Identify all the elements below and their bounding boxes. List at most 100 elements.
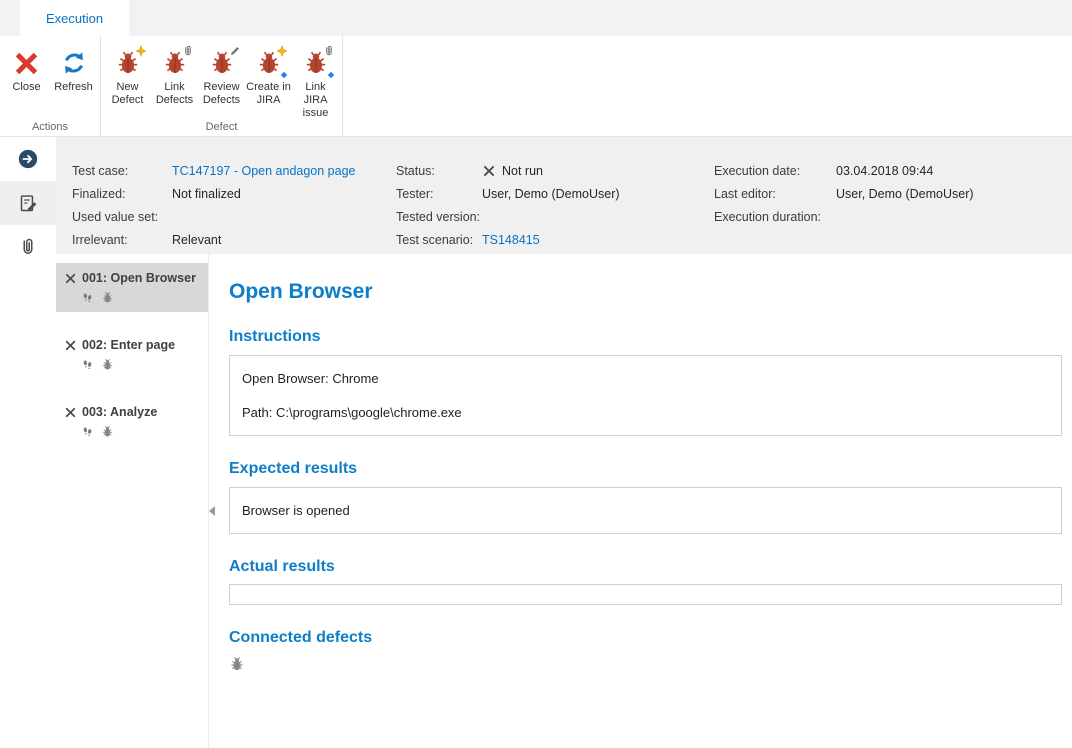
jira-diamond-icon [279, 70, 289, 80]
execution-info-panel: Test case: TC147197 - Open andagon page … [56, 137, 1072, 254]
paperclip-overlay-icon [323, 45, 335, 57]
create-in-jira-icon [254, 48, 284, 78]
refresh-button[interactable]: Refresh [50, 43, 97, 94]
finalized-label: Finalized: [72, 187, 172, 201]
new-defect-icon [113, 48, 143, 78]
step-item-002[interactable]: 002: Enter page [56, 330, 208, 379]
test-case-label: Test case: [72, 164, 172, 178]
collapse-panel-icon[interactable] [209, 506, 215, 516]
not-run-icon [64, 272, 77, 285]
ribbon-group-defect: New Defect Link Defects Review Defects C… [101, 36, 343, 136]
edit-icon [18, 193, 39, 214]
used-value-set-label: Used value set: [72, 210, 172, 224]
test-case-row: Test case: TC147197 - Open andagon page [72, 159, 355, 182]
close-icon [12, 48, 42, 78]
tested-version-label: Tested version: [396, 210, 482, 224]
finalized-value: Not finalized [172, 187, 241, 201]
tab-execution[interactable]: Execution [20, 0, 129, 36]
tab-execution-label: Execution [46, 11, 103, 26]
footprints-icon [81, 291, 94, 304]
close-button-label: Close [12, 81, 40, 94]
attachments-button[interactable] [0, 225, 56, 269]
status-value: Not run [502, 164, 543, 178]
review-defects-button[interactable]: Review Defects [198, 43, 245, 107]
tested-version-row: Tested version: [396, 205, 620, 228]
tester-value: User, Demo (DemoUser) [482, 187, 620, 201]
sparkle-overlay-icon [135, 45, 147, 57]
bug-icon [101, 291, 114, 304]
refresh-icon [59, 48, 89, 78]
footprints-icon [81, 425, 94, 438]
new-defect-label: New Defect [104, 81, 151, 107]
new-defect-button[interactable]: New Defect [104, 43, 151, 107]
actual-results-heading: Actual results [229, 558, 1062, 576]
test-steps-panel: 001: Open Browser 002: Enter page 003: A… [56, 254, 208, 748]
last-editor-label: Last editor: [714, 187, 836, 201]
ribbon-group-actions-label: Actions [0, 121, 100, 133]
ribbon-group-actions: Close Refresh Actions [0, 36, 101, 136]
paperclip-icon [18, 237, 38, 257]
step-label: 001: Open Browser [82, 271, 196, 285]
link-defects-icon [160, 48, 190, 78]
tester-label: Tester: [396, 187, 482, 201]
pencil-overlay-icon [229, 45, 241, 57]
review-defects-label: Review Defects [198, 81, 245, 107]
status-row: Status: Not run [396, 159, 620, 182]
step-item-003[interactable]: 003: Analyze [56, 397, 208, 446]
expected-results-heading: Expected results [229, 460, 1062, 478]
status-label: Status: [396, 164, 482, 178]
expected-results-box: Browser is opened [229, 487, 1062, 534]
close-button[interactable]: Close [3, 43, 50, 94]
execution-date-value: 03.04.2018 09:44 [836, 164, 933, 178]
last-editor-row: Last editor: User, Demo (DemoUser) [714, 182, 974, 205]
irrelevant-label: Irrelevant: [72, 233, 172, 247]
link-jira-issue-button[interactable]: Link JIRA issue [292, 43, 339, 121]
step-detail-panel: Open Browser Instructions Open Browser: … [208, 254, 1072, 748]
link-jira-issue-label: Link JIRA issue [292, 81, 339, 121]
used-value-set-row: Used value set: [72, 205, 355, 228]
irrelevant-value: Relevant [172, 233, 221, 247]
jira-diamond-icon [326, 70, 336, 80]
link-defects-button[interactable]: Link Defects [151, 43, 198, 107]
test-scenario-row: Test scenario: TS148415 [396, 228, 620, 251]
execution-date-label: Execution date: [714, 164, 836, 178]
bug-icon [101, 358, 114, 371]
instructions-box: Open Browser: Chrome Path: C:\programs\g… [229, 355, 1062, 436]
finalized-row: Finalized: Not finalized [72, 182, 355, 205]
step-label: 002: Enter page [82, 338, 175, 352]
edit-protocol-button[interactable] [0, 181, 56, 225]
tab-bar: Execution [0, 0, 1072, 36]
bug-icon [101, 425, 114, 438]
review-defects-icon [207, 48, 237, 78]
not-run-icon [64, 339, 77, 352]
test-scenario-link[interactable]: TS148415 [482, 233, 540, 247]
not-run-icon [64, 406, 77, 419]
instructions-line: Open Browser: Chrome [242, 371, 1049, 386]
page-title: Open Browser [229, 280, 1062, 304]
expected-results-line: Browser is opened [242, 503, 1049, 518]
create-in-jira-button[interactable]: Create in JIRA [245, 43, 292, 107]
actual-results-input[interactable] [229, 584, 1062, 605]
create-in-jira-label: Create in JIRA [245, 81, 292, 107]
test-scenario-label: Test scenario: [396, 233, 482, 247]
bug-icon [229, 656, 245, 672]
execution-nav-button[interactable] [0, 137, 56, 181]
tester-row: Tester: User, Demo (DemoUser) [396, 182, 620, 205]
test-case-link[interactable]: TC147197 - Open andagon page [172, 164, 355, 178]
refresh-button-label: Refresh [54, 81, 93, 94]
step-item-001[interactable]: 001: Open Browser [56, 263, 208, 312]
info-column-1: Test case: TC147197 - Open andagon page … [72, 159, 355, 251]
connected-defects-heading: Connected defects [229, 629, 1062, 647]
ribbon-group-defect-label: Defect [101, 121, 342, 133]
execution-duration-label: Execution duration: [714, 210, 836, 224]
execution-date-row: Execution date: 03.04.2018 09:44 [714, 159, 974, 182]
instructions-line: Path: C:\programs\google\chrome.exe [242, 405, 1049, 420]
circle-arrow-icon [17, 148, 39, 170]
link-defects-label: Link Defects [151, 81, 198, 107]
paperclip-overlay-icon [182, 45, 194, 57]
link-jira-issue-icon [301, 48, 331, 78]
execution-duration-row: Execution duration: [714, 205, 974, 228]
info-column-3: Execution date: 03.04.2018 09:44 Last ed… [714, 159, 974, 228]
not-run-icon [482, 164, 496, 178]
left-icon-strip [0, 137, 56, 748]
